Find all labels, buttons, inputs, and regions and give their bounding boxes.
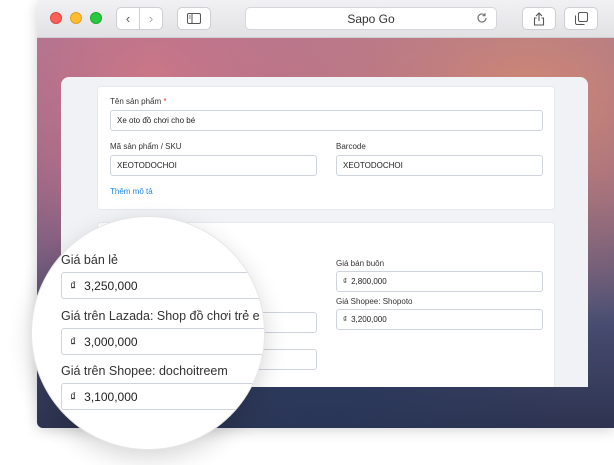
currency-symbol: ₫ bbox=[70, 334, 77, 349]
wholesale-price-label: Giá bán buôn bbox=[336, 259, 385, 268]
share-button[interactable] bbox=[522, 7, 556, 30]
barcode-label: Barcode bbox=[336, 142, 366, 151]
reload-icon[interactable] bbox=[476, 12, 488, 24]
sku-input[interactable]: XEOTODOCHOI bbox=[110, 155, 317, 176]
forward-button[interactable]: › bbox=[139, 7, 163, 30]
currency-symbol: ₫ bbox=[70, 389, 77, 404]
zoom-window-button[interactable] bbox=[90, 12, 102, 24]
address-bar[interactable]: Sapo Go bbox=[245, 7, 497, 30]
currency-symbol: ₫ bbox=[343, 315, 348, 324]
tabs-button[interactable] bbox=[564, 7, 598, 30]
shopee-dochoi-price-input[interactable]: ₫ 3,100,000 bbox=[61, 383, 264, 410]
product-name-label: Tên sản phẩm * bbox=[110, 97, 167, 106]
add-description-link[interactable]: Thêm mô tả bbox=[110, 187, 153, 196]
share-icon bbox=[533, 11, 545, 26]
product-name-input[interactable]: Xe oto đồ chơi cho bé bbox=[110, 110, 543, 131]
shopee-shopoto-price-label: Giá Shopee: Shopoto bbox=[336, 297, 413, 306]
back-icon: ‹ bbox=[125, 11, 131, 26]
minimize-window-button[interactable] bbox=[70, 12, 82, 24]
retail-price-label: Giá bán lẻ bbox=[61, 253, 118, 267]
currency-symbol: ₫ bbox=[70, 278, 77, 293]
close-window-button[interactable] bbox=[50, 12, 62, 24]
product-info-panel: Tên sản phẩm * Xe oto đồ chơi cho bé Mã … bbox=[98, 87, 554, 209]
forward-icon: › bbox=[148, 11, 154, 26]
sidebar-toggle-button[interactable] bbox=[177, 7, 211, 30]
retail-price-input[interactable]: ₫ 3,250,000 bbox=[61, 272, 264, 299]
currency-symbol: ₫ bbox=[343, 277, 348, 286]
required-mark: * bbox=[163, 97, 167, 106]
page-title: Sapo Go bbox=[347, 11, 395, 26]
sku-label: Mã sản phẩm / SKU bbox=[110, 142, 182, 151]
tabs-icon bbox=[574, 12, 588, 25]
magnifier-lens: Giá bán lẻ ₫ 3,250,000 Giá trên Lazada: … bbox=[31, 216, 265, 450]
back-button[interactable]: ‹ bbox=[116, 7, 140, 30]
shopee-dochoi-price-label: Giá trên Shopee: dochoitreem bbox=[61, 364, 228, 378]
barcode-input[interactable]: XEOTODOCHOI bbox=[336, 155, 543, 176]
lazada-price-label: Giá trên Lazada: Shop đồ chơi trẻ e bbox=[61, 309, 260, 323]
sidebar-icon bbox=[187, 13, 201, 24]
browser-toolbar: ‹ › Sapo Go bbox=[37, 0, 614, 38]
wholesale-price-input[interactable]: ₫ 2,800,000 bbox=[336, 271, 543, 292]
lazada-price-input[interactable]: ₫ 3,000,000 bbox=[61, 328, 264, 355]
shopee-shopoto-price-input[interactable]: ₫ 3,200,000 bbox=[336, 309, 543, 330]
